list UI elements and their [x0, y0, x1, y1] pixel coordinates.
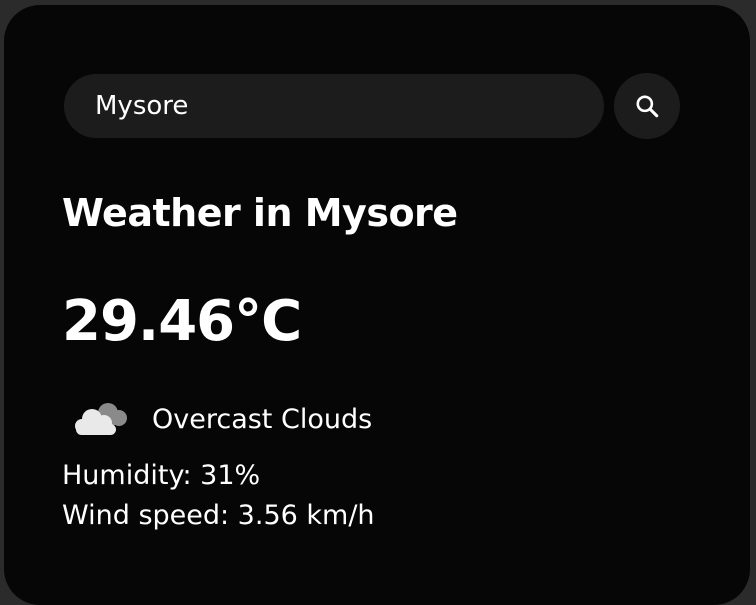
- search-icon: [636, 95, 659, 118]
- condition-row: Overcast Clouds: [68, 395, 372, 443]
- weather-title: Weather in Mysore: [62, 191, 458, 235]
- temperature-value: 29.46°C: [62, 289, 302, 354]
- humidity-label: Humidity: 31%: [62, 460, 261, 491]
- wind-speed-label: Wind speed: 3.56 km/h: [62, 500, 375, 531]
- search-button[interactable]: [614, 73, 680, 139]
- search-input[interactable]: [64, 74, 604, 138]
- condition-label: Overcast Clouds: [152, 403, 373, 435]
- cloud-icon: [75, 403, 127, 435]
- search-bar: [64, 73, 680, 139]
- weather-card: Weather in Mysore 29.46°C Overcast Cloud…: [4, 5, 750, 605]
